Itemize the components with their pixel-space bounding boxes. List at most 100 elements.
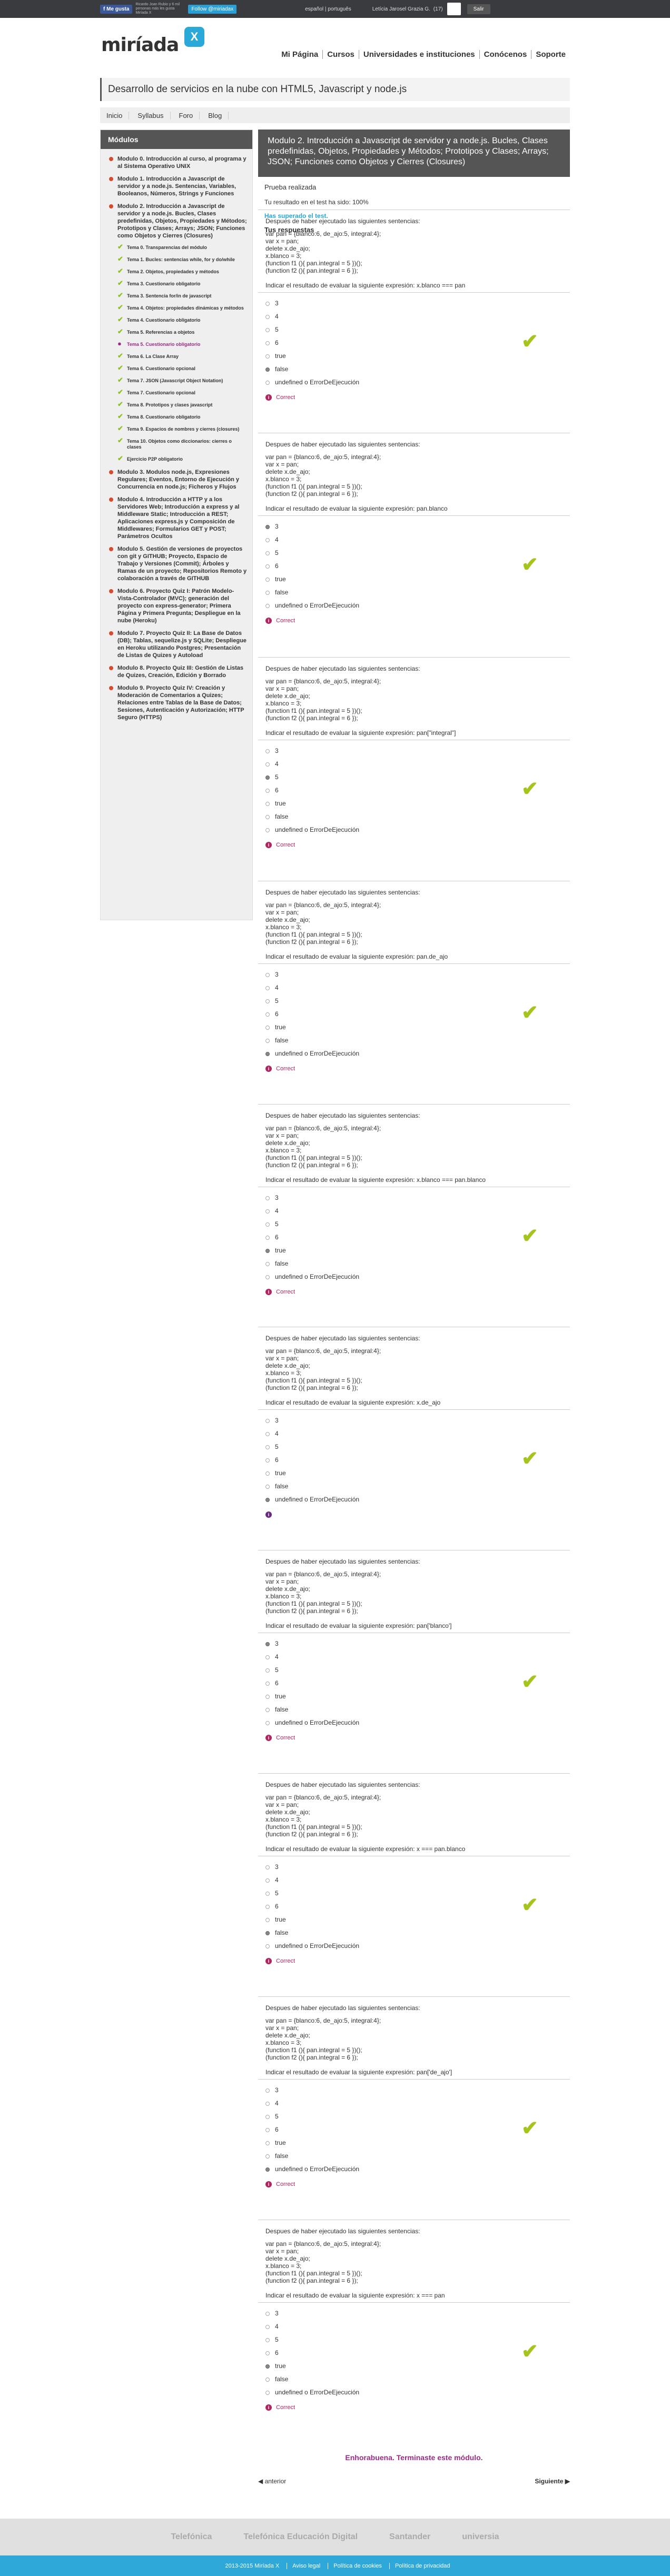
answer-option[interactable]: false: [265, 2375, 288, 2383]
topic-item-active[interactable]: ● Tema 5. Cuestionario obligatorio: [108, 340, 247, 347]
radio-button[interactable]: [265, 590, 270, 595]
answer-option[interactable]: 4: [265, 1876, 279, 1884]
radio-button[interactable]: [265, 577, 270, 582]
answer-option[interactable]: undefined o ErrorDeEjecución: [265, 2389, 359, 2396]
answer-option[interactable]: false: [265, 2152, 288, 2160]
answer-option[interactable]: 6: [265, 2349, 279, 2356]
radio-button[interactable]: [265, 2101, 270, 2106]
radio-button[interactable]: [265, 2364, 270, 2369]
radio-button[interactable]: [265, 775, 270, 780]
answer-option[interactable]: 3: [265, 1863, 279, 1871]
radio-button[interactable]: [265, 1209, 270, 1214]
answer-option[interactable]: 6: [265, 1456, 279, 1464]
answer-option[interactable]: 6: [265, 1679, 279, 1687]
radio-button[interactable]: [265, 1891, 270, 1896]
answer-option[interactable]: 4: [265, 1207, 279, 1215]
radio-button[interactable]: [265, 564, 270, 569]
radio-button[interactable]: [265, 1458, 270, 1463]
subnav-foro[interactable]: Foro: [179, 111, 200, 120]
answer-option[interactable]: 4: [265, 2100, 279, 2107]
answer-option[interactable]: 3: [265, 1194, 279, 1201]
radio-button[interactable]: [265, 2351, 270, 2355]
topic-item[interactable]: ✔ Tema 7. Cuestionario opcional: [108, 389, 247, 396]
answer-option[interactable]: true: [265, 1023, 286, 1031]
answer-option[interactable]: 3: [265, 2086, 279, 2094]
answer-option[interactable]: 3: [265, 747, 279, 754]
answer-option[interactable]: undefined o ErrorDeEjecución: [265, 1050, 359, 1057]
radio-button[interactable]: [265, 762, 270, 767]
topic-item[interactable]: ✔ Tema 5. Referencias a objetos: [108, 328, 247, 335]
answer-option[interactable]: 3: [265, 971, 279, 978]
answer-option[interactable]: true: [265, 352, 286, 360]
radio-button[interactable]: [265, 2141, 270, 2145]
answer-option[interactable]: false: [265, 1483, 288, 1490]
topic-item[interactable]: ✔ Tema 4. Cuestionario obligatorio: [108, 316, 247, 323]
footer-cookies[interactable]: Política de cookies: [328, 2562, 382, 2569]
topic-item[interactable]: ✔ Tema 10. Objetos como diccionarios: cie…: [108, 437, 247, 450]
answer-option[interactable]: 4: [265, 2323, 279, 2330]
module-4[interactable]: Modulo 4. Introducción a HTTP y a los Se…: [108, 496, 247, 540]
answer-option[interactable]: 4: [265, 984, 279, 991]
answer-option[interactable]: undefined o ErrorDeEjecución: [265, 1942, 359, 1950]
radio-button[interactable]: [265, 367, 270, 372]
footer-aviso-legal[interactable]: Aviso legal: [287, 2562, 320, 2569]
radio-button[interactable]: [265, 2154, 270, 2159]
answer-option[interactable]: undefined o ErrorDeEjecución: [265, 1273, 359, 1280]
topic-item[interactable]: ✔ Tema 6. Cuestionario opcional: [108, 364, 247, 372]
radio-button[interactable]: [265, 1248, 270, 1253]
module-8[interactable]: Modulo 8. Proyecto Quiz III: Gestión de …: [108, 664, 247, 679]
radio-button[interactable]: [265, 1497, 270, 1502]
radio-button[interactable]: [265, 999, 270, 1003]
answer-option[interactable]: undefined o ErrorDeEjecución: [265, 2165, 359, 2173]
subnav-inicio[interactable]: Inicio: [106, 111, 130, 120]
radio-button[interactable]: [265, 828, 270, 832]
answer-option[interactable]: true: [265, 1693, 286, 1700]
radio-button[interactable]: [265, 814, 270, 819]
radio-button[interactable]: [265, 327, 270, 332]
prev-link[interactable]: ◀ anterior: [258, 2478, 286, 2485]
radio-button[interactable]: [265, 301, 270, 306]
santander-logo[interactable]: Santander: [389, 2532, 430, 2542]
answer-option[interactable]: 4: [265, 760, 279, 768]
nav-cursos[interactable]: Cursos: [322, 50, 359, 59]
radio-button[interactable]: [265, 1222, 270, 1227]
radio-button[interactable]: [265, 1038, 270, 1043]
radio-button[interactable]: [265, 1196, 270, 1200]
radio-button[interactable]: [265, 1025, 270, 1030]
answer-option[interactable]: true: [265, 800, 286, 807]
radio-button[interactable]: [265, 1931, 270, 1935]
answer-option[interactable]: 6: [265, 562, 279, 570]
facebook-like-button[interactable]: f Me gusta: [100, 4, 133, 14]
answer-option[interactable]: 3: [265, 300, 279, 307]
answer-option[interactable]: 5: [265, 326, 279, 333]
notification-count[interactable]: (17): [433, 6, 443, 12]
language-selector[interactable]: español | português: [305, 6, 351, 12]
radio-button[interactable]: [265, 2377, 270, 2382]
answer-option[interactable]: false: [265, 1706, 288, 1713]
radio-button[interactable]: [265, 354, 270, 359]
module-9[interactable]: Modulo 9. Proyecto Quiz IV: Creación y M…: [108, 684, 247, 721]
answer-option[interactable]: true: [265, 575, 286, 583]
radio-button[interactable]: [265, 341, 270, 345]
answer-option[interactable]: 5: [265, 1889, 279, 1897]
topic-item[interactable]: ✔ Tema 1. Bucles: sentencias while, for y…: [108, 255, 247, 263]
radio-button[interactable]: [265, 1668, 270, 1673]
answer-option[interactable]: 5: [265, 1443, 279, 1450]
answer-option[interactable]: 6: [265, 1010, 279, 1018]
module-5[interactable]: Modulo 5. Gestión de versiones de proyec…: [108, 545, 247, 582]
radio-button[interactable]: [265, 788, 270, 793]
radio-button[interactable]: [265, 1655, 270, 1659]
telefonica-logo[interactable]: Telefónica: [171, 2532, 212, 2542]
twitter-follow-button[interactable]: Follow @miriadax: [188, 4, 237, 14]
radio-button[interactable]: [265, 1865, 270, 1869]
module-1[interactable]: Modulo 1. Introducción a Javascript de s…: [108, 175, 247, 197]
answer-option[interactable]: 6: [265, 1903, 279, 1910]
answer-option[interactable]: undefined o ErrorDeEjecución: [265, 1719, 359, 1726]
logo[interactable]: miríada: [101, 34, 179, 56]
radio-button[interactable]: [265, 1275, 270, 1279]
radio-button[interactable]: [265, 1012, 270, 1017]
radio-button[interactable]: [265, 2088, 270, 2093]
answer-option[interactable]: false: [265, 365, 288, 373]
radio-button[interactable]: [265, 972, 270, 977]
radio-button[interactable]: [265, 749, 270, 753]
